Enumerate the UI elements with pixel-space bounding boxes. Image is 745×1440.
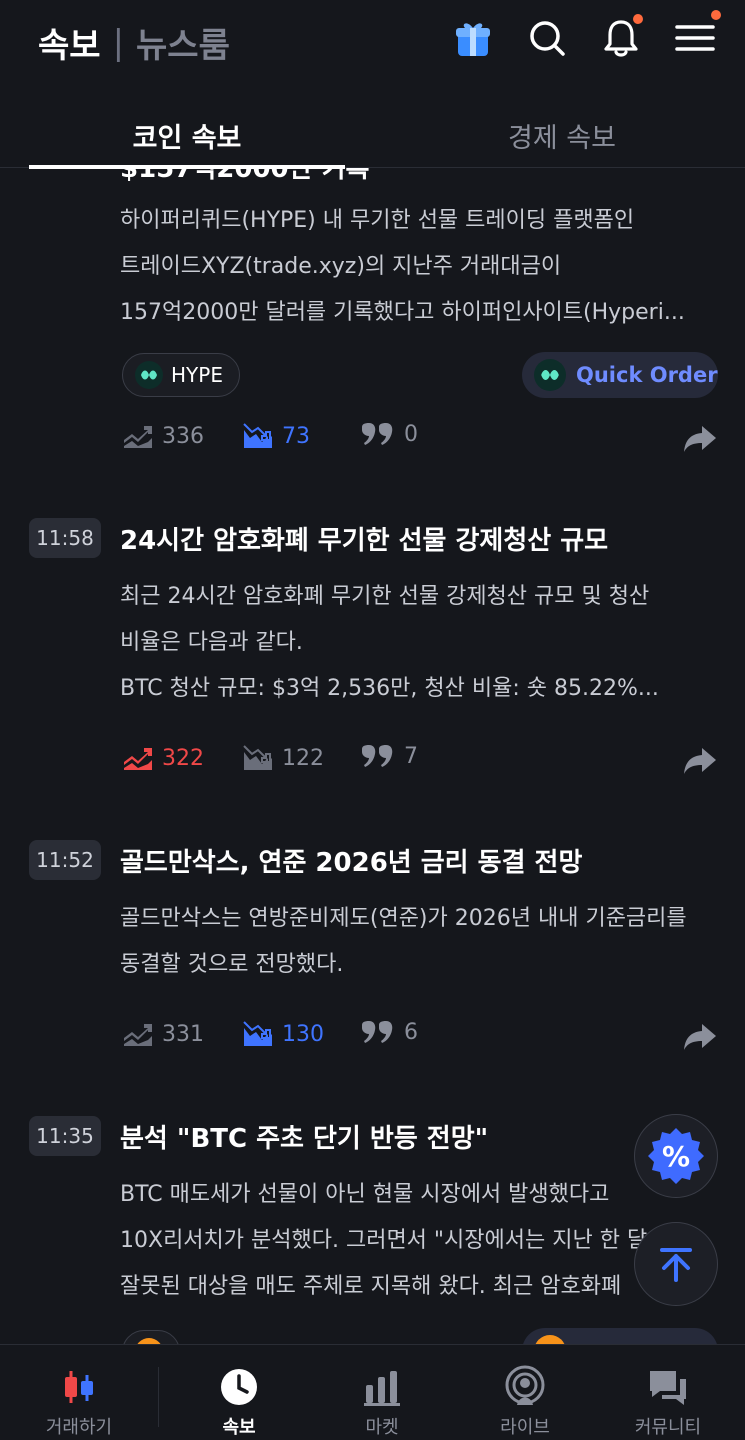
share-icon[interactable] <box>682 746 718 780</box>
news-body-line: 비율은 다음과 같다. <box>120 630 303 655</box>
bullish-reaction-button[interactable]: 322 <box>122 744 204 772</box>
reaction-bar: 322 122 7 <box>122 744 718 784</box>
bearish-reaction-button[interactable]: 73 <box>242 422 310 450</box>
nav-label: 커뮤니티 <box>634 1417 702 1438</box>
comment-button[interactable]: 6 <box>360 1020 418 1045</box>
news-title[interactable]: 분석 "BTC 주초 단기 반등 전망" <box>120 1118 488 1155</box>
news-feed[interactable]: $157억2000만 기록 하이퍼리퀴드(HYPE) 내 무기한 선물 트레이딩… <box>0 168 745 1344</box>
news-body-line: 트레이드XYZ(trade.xyz)의 지난주 거래대금이 <box>120 254 562 279</box>
bearish-count: 130 <box>282 1021 324 1047</box>
tab-coin-news[interactable]: 코인 속보 <box>29 116 345 155</box>
bullish-reaction-button[interactable]: 331 <box>122 1020 204 1048</box>
hype-coin-icon <box>135 361 163 389</box>
scroll-to-top-button[interactable] <box>634 1222 718 1306</box>
nav-breaking-news[interactable]: 속보 <box>164 1365 314 1439</box>
nav-divider <box>158 1367 159 1427</box>
nav-label: 속보 <box>222 1417 256 1438</box>
quote-icon <box>362 422 393 445</box>
bullish-count: 336 <box>162 423 204 449</box>
quick-order-label: Quick Order <box>576 363 718 387</box>
bar-chart-icon <box>307 1365 457 1409</box>
news-body-line: 157억2000만 달러를 기록했다고 하이퍼인사이트(Hyperi... <box>120 300 685 325</box>
comment-count: 7 <box>404 744 418 769</box>
news-body-line: BTC 매도세가 선물이 아닌 현물 시장에서 발생했다고 <box>120 1182 610 1207</box>
comment-button[interactable]: 7 <box>360 744 418 769</box>
nav-label: 거래하기 <box>45 1417 113 1438</box>
quote-icon <box>362 744 393 767</box>
trend-down-icon <box>243 423 272 448</box>
app-header: 속보 | 뉴스룸 <box>0 0 745 92</box>
trend-up-icon <box>124 426 152 448</box>
news-time-badge: 11:35 <box>29 1116 101 1156</box>
news-body-line: 동결할 것으로 전망했다. <box>120 952 344 977</box>
reaction-bar: 331 130 6 <box>122 1020 718 1060</box>
bullish-count: 322 <box>162 745 204 771</box>
hype-coin-icon <box>534 359 566 391</box>
share-icon[interactable] <box>682 1022 718 1056</box>
news-body-line: 최근 24시간 암호화폐 무기한 선물 강제청산 규모 및 청산 <box>120 584 650 609</box>
quick-order-button[interactable]: Quick Order <box>522 352 718 398</box>
news-time-badge: 11:58 <box>29 518 101 558</box>
nav-market[interactable]: 마켓 <box>307 1365 457 1439</box>
bullish-count: 331 <box>162 1021 204 1047</box>
nav-live[interactable]: 라이브 <box>450 1365 600 1439</box>
discount-fab[interactable]: % <box>634 1114 718 1198</box>
bearish-reaction-button[interactable]: 122 <box>242 744 324 772</box>
nav-label: 라이브 <box>500 1417 550 1438</box>
coin-tag[interactable] <box>122 1330 180 1344</box>
reaction-bar: 336 73 0 <box>122 422 718 462</box>
notification-dot <box>633 14 643 24</box>
news-body-line: 잘못된 대상을 매도 주체로 지목해 왔다. 최근 암호화폐 <box>120 1274 622 1299</box>
brand-newsroom[interactable]: 뉴스룸 <box>136 18 230 67</box>
brand-breaking-news[interactable]: 속보 <box>38 18 101 67</box>
bottom-navigation: 거래하기 속보 마켓 라이브 커뮤니티 <box>0 1344 745 1440</box>
trend-up-icon <box>124 1024 152 1046</box>
nav-trade[interactable]: 거래하기 <box>4 1365 154 1439</box>
bearish-reaction-button[interactable]: 130 <box>242 1020 324 1048</box>
notification-bell-icon[interactable] <box>601 14 643 62</box>
comment-count: 0 <box>404 422 418 447</box>
bullish-reaction-button[interactable]: 336 <box>122 422 204 450</box>
nav-label: 마켓 <box>365 1417 399 1438</box>
clock-icon <box>164 1365 314 1409</box>
menu-notification-dot <box>711 10 721 20</box>
live-broadcast-icon <box>450 1365 600 1409</box>
comment-count: 6 <box>404 1020 418 1045</box>
comment-button[interactable]: 0 <box>360 422 418 447</box>
candlestick-icon <box>4 1365 154 1409</box>
search-icon[interactable] <box>527 14 567 62</box>
coin-tag-label: HYPE <box>171 363 223 387</box>
tab-economy-news[interactable]: 경제 속보 <box>404 116 720 155</box>
gift-icon[interactable] <box>453 14 493 62</box>
news-body-line: 하이퍼리퀴드(HYPE) 내 무기한 선물 트레이딩 플랫폼인 <box>120 208 635 233</box>
news-time-badge: 11:52 <box>29 840 101 880</box>
news-title[interactable]: $157억2000만 기록 <box>120 168 369 185</box>
bitcoin-coin-icon <box>534 1335 566 1344</box>
chat-bubbles-icon <box>593 1365 743 1409</box>
news-body-line: BTC 청산 규모: $3억 2,536만, 청산 비율: 숏 85.22%..… <box>120 676 659 701</box>
brand: 속보 | 뉴스룸 <box>38 18 230 67</box>
arrow-to-top-icon <box>660 1248 692 1282</box>
discount-symbol: % <box>662 1140 690 1173</box>
news-title[interactable]: 골드만삭스, 연준 2026년 금리 동결 전망 <box>120 842 582 879</box>
nav-community[interactable]: 커뮤니티 <box>593 1365 743 1439</box>
trend-down-icon <box>243 1021 272 1046</box>
news-body-line: 10X리서치가 분석했다. 그러면서 "시장에서는 지난 한 달 간 <box>120 1228 675 1253</box>
quick-order-button[interactable] <box>522 1328 718 1344</box>
quote-icon <box>362 1020 393 1043</box>
news-body-line: 골드만삭스는 연방준비제도(연준)가 2026년 내내 기준금리를 <box>120 906 687 931</box>
bearish-count: 73 <box>282 423 310 449</box>
news-tabs: 코인 속보 경제 속보 <box>0 102 745 169</box>
menu-icon[interactable] <box>675 10 721 62</box>
coin-tag-hype[interactable]: HYPE <box>122 353 240 397</box>
trend-down-icon <box>243 745 272 770</box>
active-tab-indicator <box>29 165 345 169</box>
share-icon[interactable] <box>682 424 718 458</box>
brand-separator: | <box>112 22 125 63</box>
trend-up-icon <box>124 748 152 770</box>
discount-badge-icon: % <box>648 1128 704 1184</box>
news-title[interactable]: 24시간 암호화폐 무기한 선물 강제청산 규모 <box>120 520 608 557</box>
bearish-count: 122 <box>282 745 324 771</box>
